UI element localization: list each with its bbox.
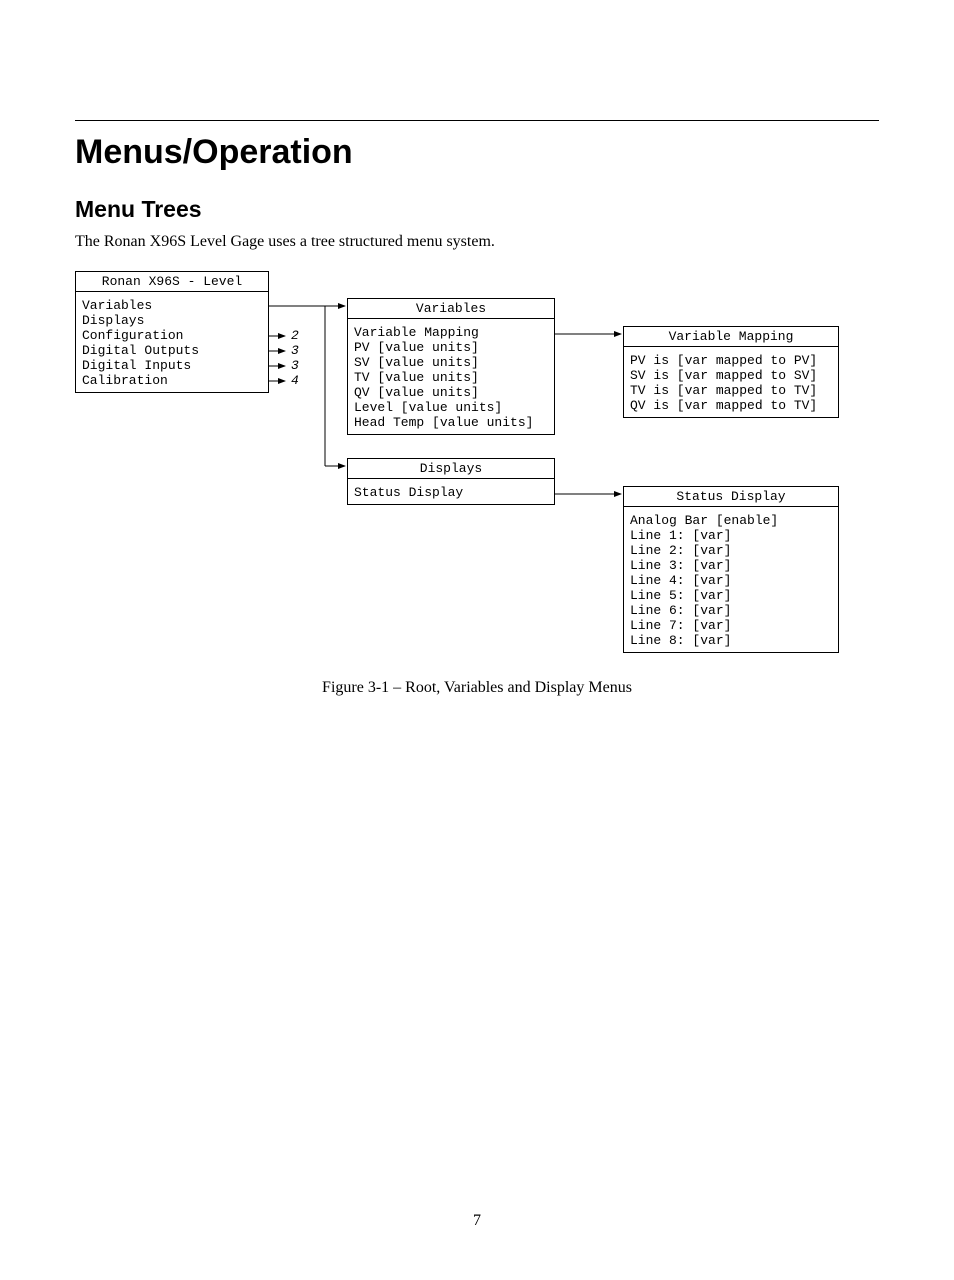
section-title: Menu Trees xyxy=(75,196,879,223)
chapter-title: Menus/Operation xyxy=(75,133,879,172)
variables-item-headtemp: Head Temp [value units] xyxy=(354,415,548,430)
variables-menu-title: Variables xyxy=(348,299,554,319)
status-line-6: Line 6: [var] xyxy=(630,603,832,618)
variables-item-pv: PV [value units] xyxy=(354,340,548,355)
status-line-4: Line 4: [var] xyxy=(630,573,832,588)
root-item-variables: Variables xyxy=(82,298,262,313)
status-line-5: Line 5: [var] xyxy=(630,588,832,603)
status-display-box: Status Display Analog Bar [enable] Line … xyxy=(623,486,839,653)
root-annot-3b: 3 xyxy=(291,358,299,373)
status-line-8: Line 8: [var] xyxy=(630,633,832,648)
variable-mapping-box: Variable Mapping PV is [var mapped to PV… xyxy=(623,326,839,418)
displays-menu-title: Displays xyxy=(348,459,554,479)
variables-menu-box: Variables Variable Mapping PV [value uni… xyxy=(347,298,555,435)
displays-menu-box: Displays Status Display xyxy=(347,458,555,505)
variables-item-mapping: Variable Mapping xyxy=(354,325,548,340)
root-annot-3a: 3 xyxy=(291,343,299,358)
variables-item-level: Level [value units] xyxy=(354,400,548,415)
root-item-calibration: Calibration xyxy=(82,373,262,388)
status-analog-bar: Analog Bar [enable] xyxy=(630,513,832,528)
status-line-7: Line 7: [var] xyxy=(630,618,832,633)
varmap-qv: QV is [var mapped to TV] xyxy=(630,398,832,413)
root-annot-2: 2 xyxy=(291,328,299,343)
displays-item-status: Status Display xyxy=(354,485,548,500)
status-line-3: Line 3: [var] xyxy=(630,558,832,573)
page-number: 7 xyxy=(0,1212,954,1230)
figure-menu-tree: Ronan X96S - Level Variables Displays Co… xyxy=(75,271,875,661)
varmap-sv: SV is [var mapped to SV] xyxy=(630,368,832,383)
status-line-2: Line 2: [var] xyxy=(630,543,832,558)
status-display-title: Status Display xyxy=(624,487,838,507)
variable-mapping-title: Variable Mapping xyxy=(624,327,838,347)
intro-text: The Ronan X96S Level Gage uses a tree st… xyxy=(75,233,879,251)
variables-item-sv: SV [value units] xyxy=(354,355,548,370)
root-menu-title: Ronan X96S - Level xyxy=(76,272,268,292)
root-item-digital-outputs: Digital Outputs xyxy=(82,343,262,358)
variables-item-qv: QV [value units] xyxy=(354,385,548,400)
root-item-displays: Displays xyxy=(82,313,262,328)
root-item-digital-inputs: Digital Inputs xyxy=(82,358,262,373)
variables-item-tv: TV [value units] xyxy=(354,370,548,385)
varmap-tv: TV is [var mapped to TV] xyxy=(630,383,832,398)
root-annot-4: 4 xyxy=(291,373,299,388)
varmap-pv: PV is [var mapped to PV] xyxy=(630,353,832,368)
root-item-configuration: Configuration xyxy=(82,328,262,343)
root-menu-box: Ronan X96S - Level Variables Displays Co… xyxy=(75,271,269,393)
figure-caption: Figure 3-1 – Root, Variables and Display… xyxy=(75,679,879,697)
status-line-1: Line 1: [var] xyxy=(630,528,832,543)
